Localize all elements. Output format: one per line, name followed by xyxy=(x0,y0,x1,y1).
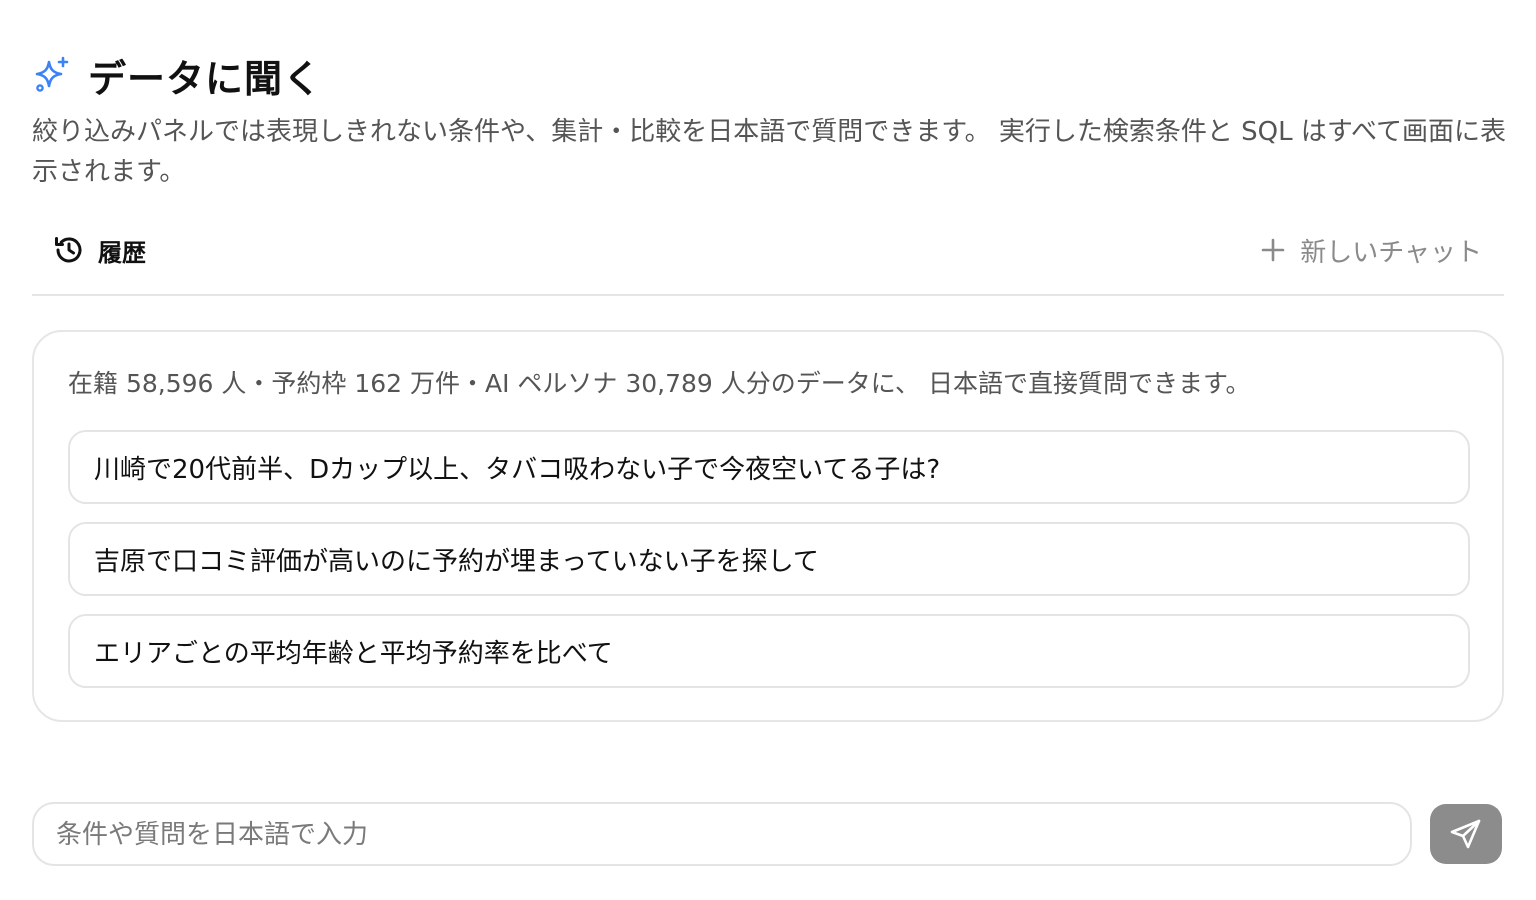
suggestion-button-1[interactable]: 川崎で20代前半、Dカップ以上、タバコ吸わない子で今夜空いてる子は? xyxy=(68,430,1470,504)
new-chat-button[interactable]: 新しいチャット xyxy=(1258,232,1482,268)
suggestion-button-2[interactable]: 吉原で口コミ評価が高いのに予約が埋まっていない子を探して xyxy=(68,522,1470,596)
chat-toolbar: 履歴 新しいチャット xyxy=(32,220,1504,296)
page-description: 絞り込みパネルでは表現しきれない条件や、集計・比較を日本語で質問できます。 実行… xyxy=(32,117,1507,187)
suggestions-card: 在籍 58,596 人・予約枠 162 万件・AI ペルソナ 30,789 人分… xyxy=(32,330,1504,722)
card-intro: 在籍 58,596 人・予約枠 162 万件・AI ペルソナ 30,789 人分… xyxy=(68,369,1251,398)
page-header: データに聞く xyxy=(32,50,323,101)
send-icon xyxy=(1450,819,1481,849)
sparkle-icon xyxy=(35,56,69,92)
new-chat-label: 新しいチャット xyxy=(1300,237,1482,268)
ask-data-page: データに聞く 絞り込みパネルでは表現しきれない条件や、集計・比較を日本語で質問で… xyxy=(0,0,1536,900)
send-button[interactable] xyxy=(1430,804,1502,864)
page-title: データに聞く xyxy=(88,56,323,101)
history-icon xyxy=(55,237,82,263)
suggestion-button-3[interactable]: エリアごとの平均年齢と平均予約率を比べて xyxy=(68,614,1470,688)
chat-input[interactable] xyxy=(54,804,1388,866)
history-button[interactable]: 履歴 xyxy=(52,232,146,268)
history-label: 履歴 xyxy=(98,238,146,267)
plus-icon xyxy=(1261,238,1285,262)
chat-composer xyxy=(32,802,1412,866)
